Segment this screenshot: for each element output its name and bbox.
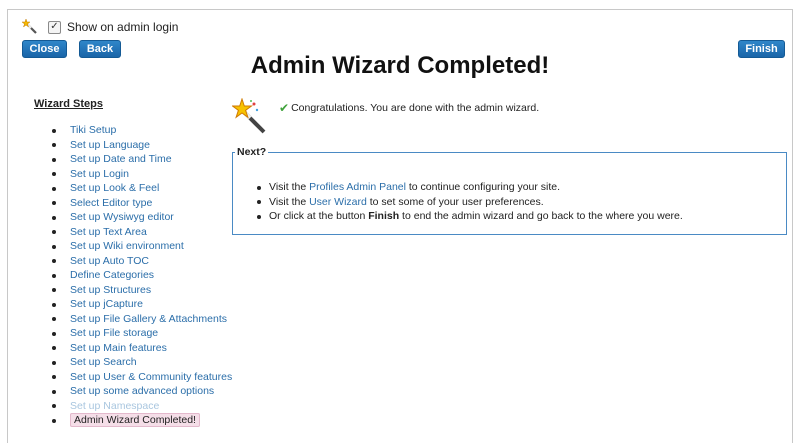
wizard-step-item[interactable]: Set up Search (48, 355, 232, 370)
wizard-step-link[interactable]: Set up File storage (70, 327, 158, 339)
bullet (52, 389, 56, 394)
wizard-step-item[interactable]: Select Editor type (48, 196, 232, 211)
bullet (52, 331, 56, 336)
wizard-step-link[interactable]: Set up Structures (70, 284, 151, 296)
wizard-step-link[interactable]: Set up Date and Time (70, 153, 172, 165)
wizard-step-item[interactable]: Set up Language (48, 138, 232, 153)
wizard-step-link[interactable]: Set up Wiki environment (70, 240, 184, 252)
bullet (52, 143, 56, 147)
wizard-steps-heading: Wizard Steps (34, 98, 103, 110)
wizard-steps-list: Tiki Setup Set up Language Set up Date and… (48, 123, 232, 428)
wizard-step-item[interactable]: Set up File storage (48, 326, 232, 341)
next-legend: Next? (235, 146, 269, 158)
wizard-step-item[interactable]: Set up Look & Feel (48, 181, 232, 196)
wizard-step-item[interactable]: Set up Main features (48, 341, 232, 356)
wizard-step-link[interactable]: Set up Language (70, 139, 150, 151)
wizard-step-link[interactable]: Set up jCapture (70, 298, 143, 310)
wizard-step-link[interactable]: Define Categories (70, 269, 154, 281)
bullet (52, 360, 56, 365)
bullet (52, 201, 56, 205)
congratulations-message: ✔ Congratulations. You are done with the… (279, 101, 539, 115)
next-list: Visit the Profiles Admin Panel to contin… (255, 180, 683, 224)
bullet (52, 288, 56, 292)
wizard-step-item[interactable]: Define Categories (48, 268, 232, 283)
wizard-step-link[interactable]: Set up Wysiwyg editor (70, 211, 174, 223)
wizard-step-item[interactable]: Set up Login (48, 167, 232, 182)
wizard-step-item[interactable]: Tiki Setup (48, 123, 232, 138)
bullet (52, 215, 56, 220)
bullet (257, 185, 261, 190)
wizard-step-item[interactable]: Set up Structures (48, 283, 232, 298)
next-item-text: to continue configuring your site. (405, 181, 561, 193)
checkmark-icon: ✔ (279, 101, 290, 115)
user-wizard-link[interactable]: User Wizard (309, 196, 367, 208)
next-item: Or click at the button Finish to end the… (255, 209, 683, 224)
bullet (52, 128, 56, 133)
wizard-step-link: Set up Namespace (70, 399, 160, 412)
bullet (257, 200, 261, 204)
bullet (52, 375, 56, 379)
show-on-login-checkbox[interactable]: ✓ (48, 20, 61, 34)
magic-wand-icon (22, 19, 37, 34)
bullet (52, 172, 56, 176)
bullet (257, 214, 261, 219)
wizard-step-link[interactable]: Set up Login (70, 168, 129, 180)
bullet (52, 404, 56, 408)
wizard-step-item[interactable]: Set up Text Area (48, 225, 232, 240)
magic-wand-icon (232, 98, 266, 134)
bullet (52, 273, 56, 278)
wizard-step-link[interactable]: Tiki Setup (70, 124, 116, 136)
bullet (52, 230, 56, 234)
next-item-text: Visit the (269, 181, 310, 193)
wizard-step-item[interactable]: Set up some advanced options (48, 384, 232, 399)
show-on-login-label: Show on admin login (67, 20, 179, 34)
wizard-step-link[interactable]: Set up Main features (70, 342, 167, 354)
wizard-step-link[interactable]: Set up some advanced options (70, 385, 214, 397)
wizard-step-item[interactable]: Set up File Gallery & Attachments (48, 312, 232, 327)
wizard-step-item[interactable]: Set up Wiki environment (48, 239, 232, 254)
bullet (52, 418, 56, 423)
wizard-step-link[interactable]: Set up File Gallery & Attachments (70, 313, 227, 325)
bullet (52, 317, 56, 321)
wizard-step-link[interactable]: Set up Search (70, 356, 137, 368)
wizard-step-link: Admin Wizard Completed! (70, 413, 200, 427)
wizard-step-item: Admin Wizard Completed! (48, 413, 232, 428)
wizard-step-link[interactable]: Set up Auto TOC (70, 255, 149, 267)
profiles-admin-panel-link[interactable]: Profiles Admin Panel (309, 181, 406, 193)
show-on-login-row: ✓ Show on admin login (22, 18, 178, 36)
wizard-step-item[interactable]: Set up jCapture (48, 297, 232, 312)
next-fieldset: Next? Visit the Profiles Admin Panel to … (232, 146, 787, 235)
next-item-text: to set some of your user preferences. (366, 195, 544, 208)
bullet (52, 157, 56, 162)
wizard-step-item[interactable]: Set up Date and Time (48, 152, 232, 167)
next-item: Visit the Profiles Admin Panel to contin… (255, 180, 683, 195)
wizard-step-item[interactable]: Set up User & Community features (48, 370, 232, 385)
wizard-step-link[interactable]: Set up Text Area (70, 226, 147, 238)
next-item-text: Or click at the button (269, 210, 369, 222)
bullet (52, 186, 56, 191)
wizard-step-link[interactable]: Select Editor type (70, 197, 152, 209)
next-item-text: to end the admin wizard and go back to t… (399, 210, 683, 222)
bullet (52, 346, 56, 350)
next-item: Visit the User Wizard to set some of you… (255, 195, 683, 210)
wizard-step-link[interactable]: Set up User & Community features (70, 371, 232, 383)
wizard-step-link[interactable]: Set up Look & Feel (70, 182, 159, 194)
wizard-step-item[interactable]: Set up Auto TOC (48, 254, 232, 269)
wizard-step-item[interactable]: Set up Wysiwyg editor (48, 210, 232, 225)
finish-emphasis: Finish (368, 210, 400, 222)
page-title: Admin Wizard Completed! (250, 52, 550, 79)
bullet (52, 259, 56, 263)
next-item-text: Visit the (269, 195, 310, 208)
bullet (52, 302, 56, 307)
congratulations-text: Congratulations. You are done with the a… (291, 102, 540, 114)
wizard-step-item: Set up Namespace (48, 399, 232, 414)
bullet (52, 244, 56, 249)
